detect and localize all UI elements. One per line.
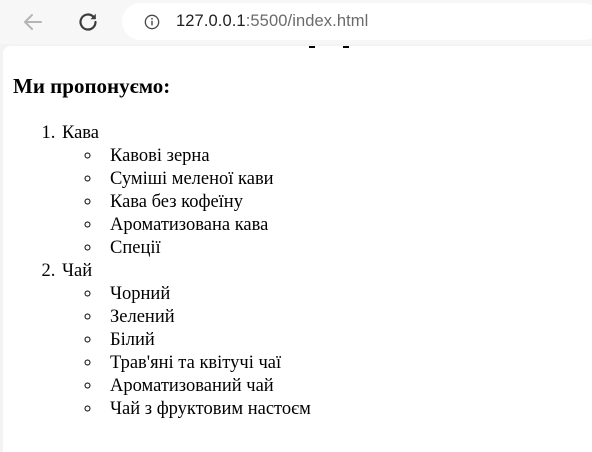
list-item: Кавові зерна [102, 145, 311, 168]
offer-heading: Ми пропонуємо: [13, 74, 171, 98]
site-info-icon[interactable] [144, 14, 160, 30]
list-item: Ароматизований чай [102, 375, 311, 398]
list-item: Білий [102, 329, 311, 352]
list-item: Ароматизована кава [102, 214, 311, 237]
offer-list: Кава Кавові зерна Суміші меленої кави Ка… [20, 122, 311, 421]
category-label: Кава [62, 123, 100, 143]
url-text[interactable]: 127.0.0.1:5500/index.html [176, 12, 368, 31]
category-tea: Чай Чорний Зелений Білий Трав'яні та кві… [60, 260, 311, 421]
coffee-sub-list: Кавові зерна Суміші меленої кави Кава бе… [62, 145, 311, 260]
list-item: Зелений [102, 306, 311, 329]
back-button[interactable] [17, 6, 49, 38]
category-label: Чай [62, 261, 93, 281]
browser-toolbar: 127.0.0.1:5500/index.html [0, 0, 592, 44]
page-viewport: Ми пропонуємо: Кава Кавові зерна Суміші … [3, 46, 592, 452]
tea-sub-list: Чорний Зелений Білий Трав'яні та квітучі… [62, 283, 311, 421]
url-path: :5500/index.html [245, 12, 369, 30]
category-coffee: Кава Кавові зерна Суміші меленої кави Ка… [60, 122, 311, 260]
list-item: Чай з фруктовим настоєм [102, 398, 311, 421]
list-item: Спеції [102, 237, 311, 260]
url-host: 127.0.0.1 [176, 12, 246, 30]
reload-icon [79, 13, 97, 31]
list-item: Чорний [102, 283, 311, 306]
arrow-left-icon [24, 14, 42, 30]
list-item: Кава без кофеїну [102, 191, 311, 214]
clipped-heading-text [305, 46, 355, 48]
list-item: Трав'яні та квітучі чаї [102, 352, 311, 375]
reload-button[interactable] [72, 6, 104, 38]
address-bar[interactable]: 127.0.0.1:5500/index.html [122, 3, 592, 40]
list-item: Суміші меленої кави [102, 168, 311, 191]
